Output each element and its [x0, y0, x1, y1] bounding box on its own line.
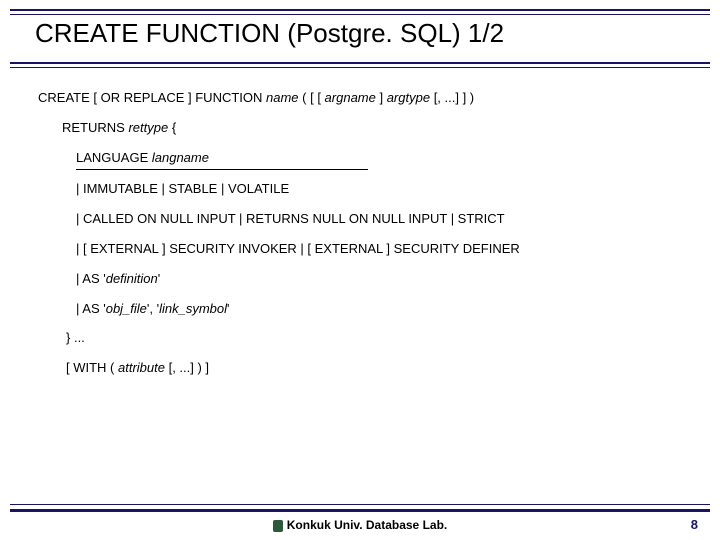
syntax-line: | AS 'obj_file', 'link_symbol' — [38, 299, 690, 320]
param-langname: langname — [152, 150, 209, 165]
syntax-line: | [ EXTERNAL ] SECURITY INVOKER | [ EXTE… — [38, 239, 690, 260]
text: [, ...] ) ] — [165, 360, 209, 375]
param-objfile: obj_file — [106, 301, 147, 316]
text: CREATE [ OR REPLACE ] FUNCTION — [38, 90, 266, 105]
syntax-line: [ WITH ( attribute [, ...] ) ] — [38, 358, 690, 379]
text: ', ' — [147, 301, 159, 316]
title-divider — [10, 62, 710, 68]
syntax-line: RETURNS rettype { — [38, 118, 690, 139]
text: ' — [227, 301, 229, 316]
text: LANGUAGE — [76, 150, 152, 165]
slide-title: CREATE FUNCTION (Postgre. SQL) 1/2 — [35, 18, 504, 49]
footer-divider — [10, 504, 710, 512]
text: [, ...] ] ) — [430, 90, 474, 105]
param-name: name — [266, 90, 299, 105]
param-linksymbol: link_symbol — [159, 301, 227, 316]
university-logo-icon — [273, 520, 283, 532]
footer-text: Konkuk Univ. Database Lab. — [287, 518, 447, 532]
syntax-line: LANGUAGE langname — [38, 148, 690, 171]
text: | AS ' — [76, 301, 106, 316]
text: ( [ [ — [299, 90, 325, 105]
syntax-block: CREATE [ OR REPLACE ] FUNCTION name ( [ … — [38, 88, 690, 388]
param-rettype: rettype — [128, 120, 171, 135]
syntax-line: } ... — [38, 328, 690, 349]
footer-label: Konkuk Univ. Database Lab. — [0, 518, 720, 532]
text: | AS ' — [76, 271, 106, 286]
param-definition: definition — [106, 271, 158, 286]
text: [ WITH ( — [66, 360, 118, 375]
text: { — [172, 120, 176, 135]
syntax-line: | IMMUTABLE | STABLE | VOLATILE — [38, 179, 690, 200]
param-argname: argname — [325, 90, 376, 105]
page-number: 8 — [691, 517, 698, 532]
text: ] — [376, 90, 387, 105]
text: ' — [158, 271, 160, 286]
param-attribute: attribute — [118, 360, 165, 375]
text: RETURNS — [62, 120, 128, 135]
syntax-line: CREATE [ OR REPLACE ] FUNCTION name ( [ … — [38, 88, 690, 109]
syntax-line: | CALLED ON NULL INPUT | RETURNS NULL ON… — [38, 209, 690, 230]
param-argtype: argtype — [387, 90, 430, 105]
top-divider — [10, 9, 710, 15]
underlined-text: LANGUAGE langname — [76, 148, 368, 171]
syntax-line: | AS 'definition' — [38, 269, 690, 290]
